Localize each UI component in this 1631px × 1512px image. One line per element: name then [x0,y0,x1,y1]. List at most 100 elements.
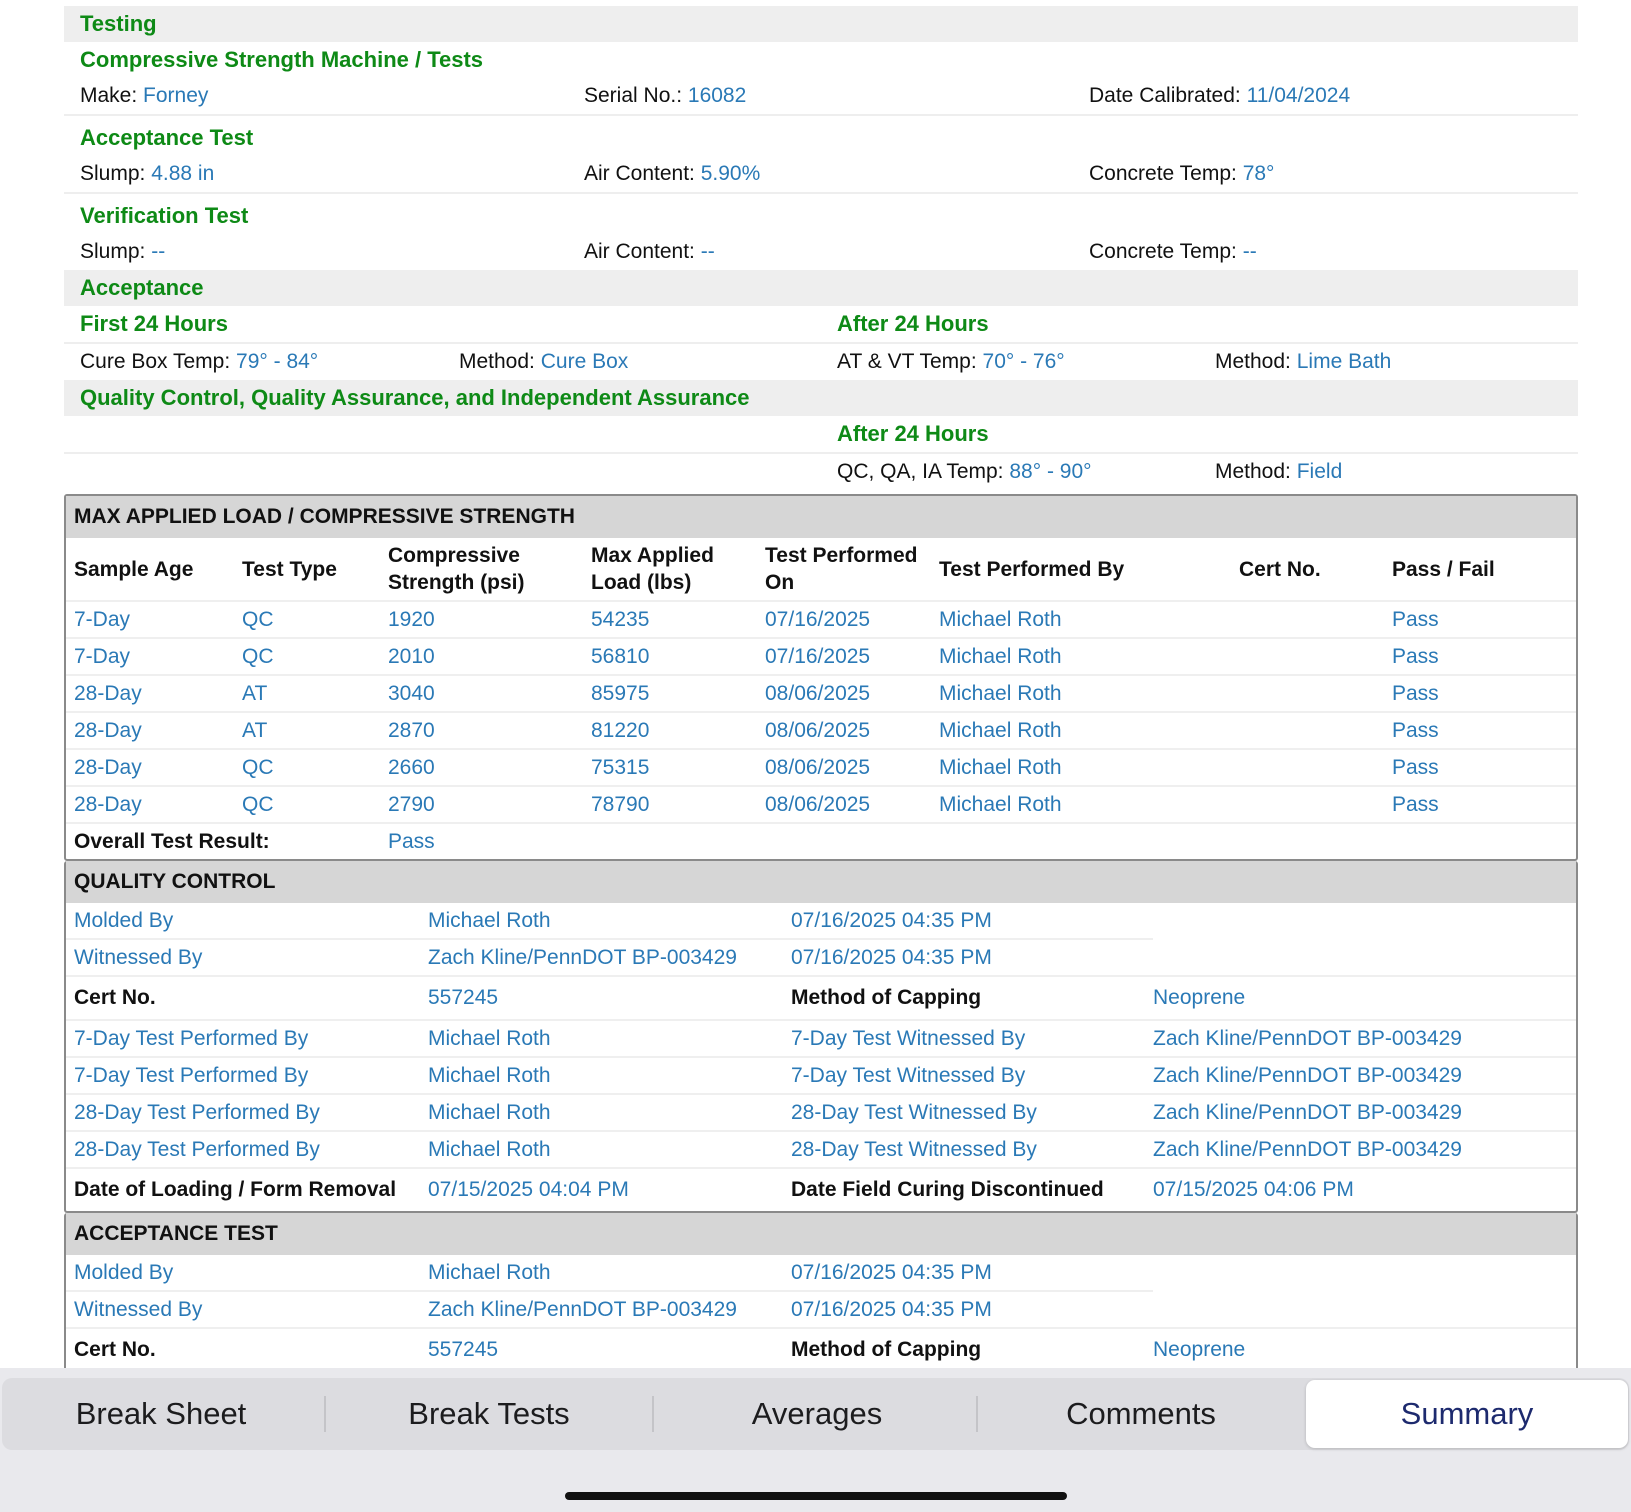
curebox-value: 79° - 84° [236,350,319,373]
at-molded-date: 07/16/2025 04:35 PM [791,1261,992,1284]
cell-strength: 2870 [380,712,583,750]
method2-value: Lime Bath [1296,350,1392,373]
cell-type: QC [234,601,380,639]
cell-by: Michael Roth [931,601,1203,639]
max-load-section: MAX APPLIED LOAD / COMPRESSIVE STRENGTH … [64,494,1578,861]
qc-qa-ia-header: Quality Control, Quality Assurance, and … [64,380,1578,416]
cell-age: 28-Day [66,749,234,787]
serial-label: Serial No.: [584,84,683,107]
at-section-title: ACCEPTANCE TEST [66,1213,1576,1255]
qc-cert-value: 557245 [428,986,499,1009]
tab-averages[interactable]: Averages [656,1378,978,1450]
col-max-load: Max Applied Load (lbs) [583,538,757,602]
cell-age: 28-Day [66,675,234,713]
witnessed-label: 28-Day Test Witnessed By [791,1138,1037,1161]
cell-load: 85975 [583,675,757,713]
table-row: 28-Day AT 3040 85975 08/06/2025 Michael Roth P… [66,675,1576,713]
cell-date: 08/06/2025 [757,712,931,750]
tab-break-tests[interactable]: Break Tests [328,1378,650,1450]
witnessed-label: 7-Day Test Witnessed By [791,1027,1026,1050]
qc-capping-label: Method of Capping [791,986,982,1009]
at-capping-label: Method of Capping [791,1338,982,1361]
qc-dates-row: Date of Loading / Form Removal 07/15/202… [66,1169,1576,1211]
summary-scroll-view[interactable]: Testing Compressive Strength Machine / T… [0,0,1631,1368]
cell-date: 08/06/2025 [757,749,931,787]
cell-by: Michael Roth [931,675,1203,713]
witnessed-by: Zach Kline/PennDOT BP-003429 [1153,1064,1462,1087]
qc-performed-row: 7-Day Test Performed By Michael Roth 7-D… [66,1021,1576,1058]
performed-label: 28-Day Test Performed By [74,1101,320,1124]
v-temp-value: -- [1242,240,1257,263]
v-slump-label: Slump: [80,240,146,263]
cell-result: Pass [1384,786,1576,824]
machine-title: Compressive Strength Machine / Tests [80,47,484,72]
cell-date: 08/06/2025 [757,786,931,824]
tab-divider [976,1396,978,1432]
cell-result: Pass [1384,601,1576,639]
temp-label: Concrete Temp: [1089,162,1237,185]
acceptance-test-row: Slump: 4.88 in Air Content: 5.90% Concre… [64,156,1578,194]
calibrated-value: 11/04/2024 [1246,84,1351,107]
acceptance-header: Acceptance [64,270,1578,306]
qc-molded-row: Molded By Michael Roth 07/16/2025 04:35 … [66,903,1153,940]
segmented-control: Break Sheet Break Tests Averages Comment… [2,1378,1629,1450]
at-cert-value: 557245 [428,1338,499,1361]
table-row: 28-Day QC 2790 78790 08/06/2025 Michael Roth P… [66,786,1576,824]
cell-strength: 2660 [380,749,583,787]
cell-type: QC [234,638,380,676]
qc-performed-row: 28-Day Test Performed By Michael Roth 28… [66,1132,1576,1169]
cell-load: 56810 [583,638,757,676]
curebox-label: Cure Box Temp: [80,350,231,373]
qc-molded-date: 07/16/2025 04:35 PM [791,909,992,932]
tab-summary[interactable]: Summary [1306,1380,1628,1448]
witnessed-by: Zach Kline/PennDOT BP-003429 [1153,1138,1462,1161]
col-performed-by: Test Performed By [931,538,1203,602]
qc-method-value: Field [1296,460,1343,483]
max-load-table: Sample Age Test Type Compressive Strengt… [66,538,1576,859]
testing-header: Testing [64,6,1578,42]
tab-break-sheet[interactable]: Break Sheet [2,1378,320,1450]
slump-value: 4.88 in [151,162,215,185]
qc-witnessed-label: Witnessed By [74,946,203,969]
cell-cert [1203,786,1384,824]
cell-strength: 3040 [380,675,583,713]
qc-witnessed-by: Zach Kline/PennDOT BP-003429 [428,946,737,969]
table-header-row: Sample Age Test Type Compressive Strengt… [66,538,1576,602]
cell-by: Michael Roth [931,749,1203,787]
performed-label: 7-Day Test Performed By [74,1027,309,1050]
overall-row: Overall Test Result: Pass [66,823,1576,859]
performed-by: Michael Roth [428,1138,551,1161]
bottom-tab-bar: Break Sheet Break Tests Averages Comment… [0,1368,1631,1512]
cell-cert [1203,601,1384,639]
cell-strength: 2790 [380,786,583,824]
cell-date: 08/06/2025 [757,675,931,713]
col-performed-on: Test Performed On [757,538,931,602]
col-pass-fail: Pass / Fail [1384,538,1576,602]
cell-age: 28-Day [66,786,234,824]
cell-by: Michael Roth [931,638,1203,676]
cell-date: 07/16/2025 [757,601,931,639]
cell-type: AT [234,712,380,750]
slump-label: Slump: [80,162,146,185]
v-air-label: Air Content: [584,240,695,263]
at-witnessed-by: Zach Kline/PennDOT BP-003429 [428,1298,737,1321]
tab-comments[interactable]: Comments [980,1378,1302,1450]
cell-strength: 1920 [380,601,583,639]
curing-period-row: First 24 Hours After 24 Hours [64,306,1578,344]
at-witnessed-row: Witnessed By Zach Kline/PennDOT BP-00342… [66,1292,1576,1329]
tab-divider [652,1396,654,1432]
cell-age: 7-Day [66,638,234,676]
first-24-hours: First 24 Hours [80,311,228,336]
verification-test-row: Slump: -- Air Content: -- Concrete Temp:… [64,234,1578,270]
quality-control-section: QUALITY CONTROL Molded By Michael Roth 0… [64,861,1578,1213]
at-molded-by: Michael Roth [428,1261,551,1284]
cell-type: QC [234,749,380,787]
witnessed-by: Zach Kline/PennDOT BP-003429 [1153,1101,1462,1124]
at-cert-row: Cert No. 557245 Method of Capping Neopre… [66,1329,1576,1368]
performed-by: Michael Roth [428,1101,551,1124]
at-molded-row: Molded By Michael Roth 07/16/2025 04:35 … [66,1255,1153,1292]
qc-performed-row: 7-Day Test Performed By Michael Roth 7-D… [66,1058,1576,1095]
qc-capping-value: Neoprene [1153,986,1246,1009]
at-cert-label: Cert No. [74,1338,156,1361]
serial-value: 16082 [687,84,747,107]
